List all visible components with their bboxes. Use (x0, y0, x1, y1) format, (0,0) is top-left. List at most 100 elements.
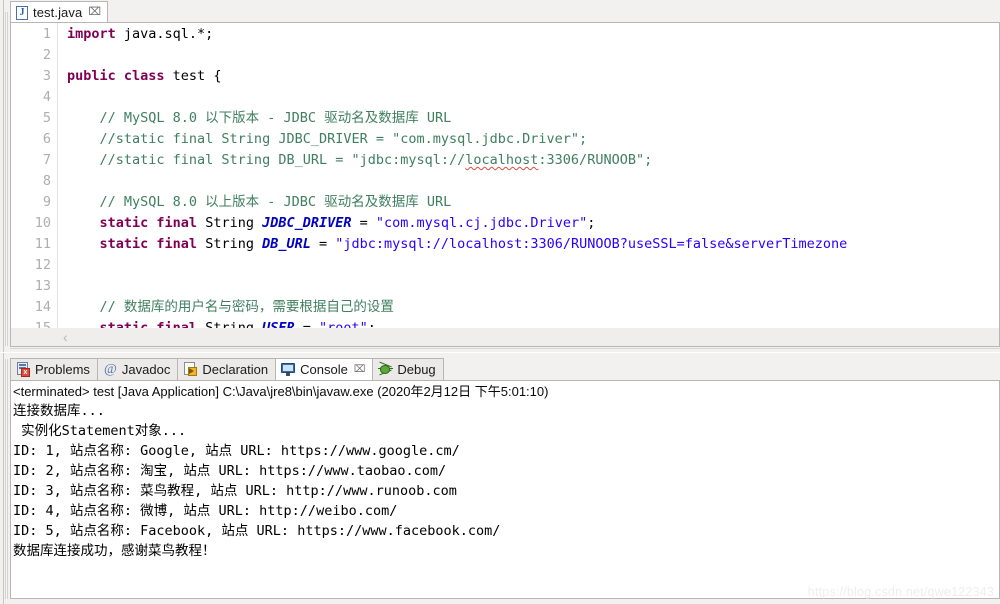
code-line[interactable]: //static final String DB_URL = "jdbc:mys… (59, 150, 653, 171)
line-number: 12 (34, 257, 51, 273)
code-token: test { (164, 68, 222, 84)
console-icon (281, 362, 296, 377)
tab-declaration[interactable]: Declaration (177, 358, 276, 381)
close-icon[interactable]: ⌧ (88, 7, 101, 18)
code-token: "root" (319, 320, 368, 328)
code-token: ; (367, 320, 376, 328)
console-panel[interactable]: <terminated> test [Java Application] C:\… (10, 381, 1000, 599)
line-number: 11 (34, 236, 51, 252)
editor-horizontal-scrollbar[interactable]: ‹ (10, 328, 1000, 347)
console-line: 连接数据库... (13, 403, 105, 419)
code-token: = (310, 236, 336, 252)
bottom-left-rail (0, 353, 4, 604)
code-token: "jdbc:mysql://localhost:3306/RUNOOB?useS… (335, 236, 848, 252)
javadoc-icon: @ (103, 362, 117, 377)
code-line[interactable] (59, 255, 67, 276)
editor-region: J test.java ⌧ 1 2 3 4 5 6 7 8 9 10 11 12 13 14 15 impo… (0, 0, 1000, 352)
code-token: "com.mysql.cj.jdbc.Driver" (375, 215, 588, 231)
editor-tab-label: test.java (33, 5, 83, 20)
tab-javadoc[interactable]: @ Javadoc (96, 358, 178, 381)
tab-label: Declaration (202, 362, 269, 377)
code-line[interactable] (59, 171, 67, 192)
code-line[interactable]: // MySQL 8.0 以上版本 - JDBC 驱动名及数据库 URL (59, 192, 452, 213)
code-token: :3306/RUNOOB"; (538, 152, 653, 168)
console-line: ID: 2, 站点名称: 淘宝, 站点 URL: https://www.tao… (13, 463, 447, 479)
line-number: 15 (34, 320, 51, 328)
code-line[interactable] (59, 87, 67, 108)
code-token: java.sql.*; (115, 26, 214, 42)
code-line[interactable]: // 数据库的用户名与密码，需要根据自己的设置 (59, 297, 394, 318)
console-line: 实例化Statement对象... (13, 423, 187, 439)
code-token: localhost (465, 152, 539, 168)
code-token: // 数据库的用户名与密码，需要根据自己的设置 (67, 299, 394, 315)
code-line[interactable]: static final String USER = "root"; (59, 318, 376, 328)
tab-debug[interactable]: Debug (372, 358, 444, 381)
code-viewport[interactable]: 1 2 3 4 5 6 7 8 9 10 11 12 13 14 15 import java.sql.*;… (10, 23, 1000, 328)
tab-label: Javadoc (121, 362, 171, 377)
tab-console[interactable]: Console ⌧ (275, 358, 373, 381)
code-line[interactable]: static final String DB_URL = "jdbc:mysql… (59, 234, 848, 255)
line-number: 10 (34, 215, 51, 231)
code-line[interactable]: // MySQL 8.0 以下版本 - JDBC 驱动名及数据库 URL (59, 108, 452, 129)
debug-icon (378, 361, 394, 377)
code-token: String (197, 320, 263, 328)
tab-problems[interactable]: x Problems (10, 358, 97, 381)
console-output[interactable]: 连接数据库... 实例化Statement对象... ID: 1, 站点名称: G… (13, 401, 997, 561)
code-line[interactable]: //static final String JDBC_DRIVER = "com… (59, 129, 588, 150)
code-token: = (294, 320, 319, 328)
editor-tab-test-java[interactable]: J test.java ⌧ (10, 1, 109, 23)
console-line: ID: 3, 站点名称: 菜鸟教程, 站点 URL: http://www.ru… (13, 483, 457, 499)
code-token: String (197, 236, 263, 252)
bottom-view-tab-strip: x Problems @ Javadoc Declaration Console ⌧ Debu… (10, 357, 444, 381)
line-number: 5 (42, 110, 51, 126)
editor-left-rail (0, 0, 4, 352)
editor-bottom-edge (10, 348, 1000, 349)
line-number: 9 (42, 194, 51, 210)
code-line[interactable]: public class test { (59, 66, 221, 87)
code-token: // MySQL 8.0 以上版本 - JDBC 驱动名及数据库 URL (67, 194, 452, 210)
code-token: public class (67, 68, 165, 84)
line-number: 6 (42, 131, 51, 147)
console-line: ID: 5, 站点名称: Facebook, 站点 URL: https://w… (13, 523, 501, 539)
java-file-icon: J (16, 5, 29, 20)
code-token: static final (99, 236, 198, 252)
code-text-area[interactable]: import java.sql.*; public class test { //… (59, 23, 999, 328)
code-line[interactable]: static final String JDBC_DRIVER = "com.m… (59, 213, 596, 234)
code-line[interactable] (59, 45, 67, 66)
code-token: DB_URL (262, 236, 311, 252)
console-line: ID: 1, 站点名称: Google, 站点 URL: https://www… (13, 443, 460, 459)
code-line[interactable]: import java.sql.*; (59, 24, 213, 45)
code-token: //static final String DB_URL = "jdbc:mys… (67, 152, 466, 168)
line-number: 14 (34, 299, 51, 315)
bottom-view-region: x Problems @ Javadoc Declaration Console ⌧ Debu… (0, 353, 1000, 604)
code-line[interactable] (59, 276, 67, 297)
tab-label: Debug (397, 362, 436, 377)
chevron-left-icon[interactable]: ‹ (63, 330, 68, 345)
line-number: 1 (42, 26, 51, 42)
bottom-left-rail-inner (5, 359, 8, 599)
tab-label: Problems (35, 362, 90, 377)
eclipse-ide-window: J test.java ⌧ 1 2 3 4 5 6 7 8 9 10 11 12 13 14 15 impo… (0, 0, 1000, 604)
code-token: JDBC_DRIVER (262, 215, 352, 231)
editor-left-rail-inner (5, 12, 8, 346)
problems-icon: x (16, 362, 31, 377)
line-number: 3 (42, 68, 51, 84)
line-number: 4 (42, 89, 51, 105)
code-token: // MySQL 8.0 以下版本 - JDBC 驱动名及数据库 URL (67, 110, 452, 126)
line-number: 8 (42, 173, 51, 189)
line-number: 7 (42, 152, 51, 168)
code-token: USER (262, 320, 295, 328)
editor-tab-strip: J test.java ⌧ (10, 0, 1000, 23)
code-token: ; (587, 215, 596, 231)
code-token: String (197, 215, 263, 231)
console-line: 数据库连接成功，感谢菜鸟教程！ (13, 543, 216, 559)
close-icon[interactable]: ⌧ (354, 364, 366, 375)
line-number: 2 (42, 47, 51, 63)
code-token: static final (99, 320, 198, 328)
declaration-icon (183, 362, 198, 377)
watermark-text: https://blog.csdn.net/qwe122343 (807, 585, 994, 599)
code-token: static final (99, 215, 198, 231)
